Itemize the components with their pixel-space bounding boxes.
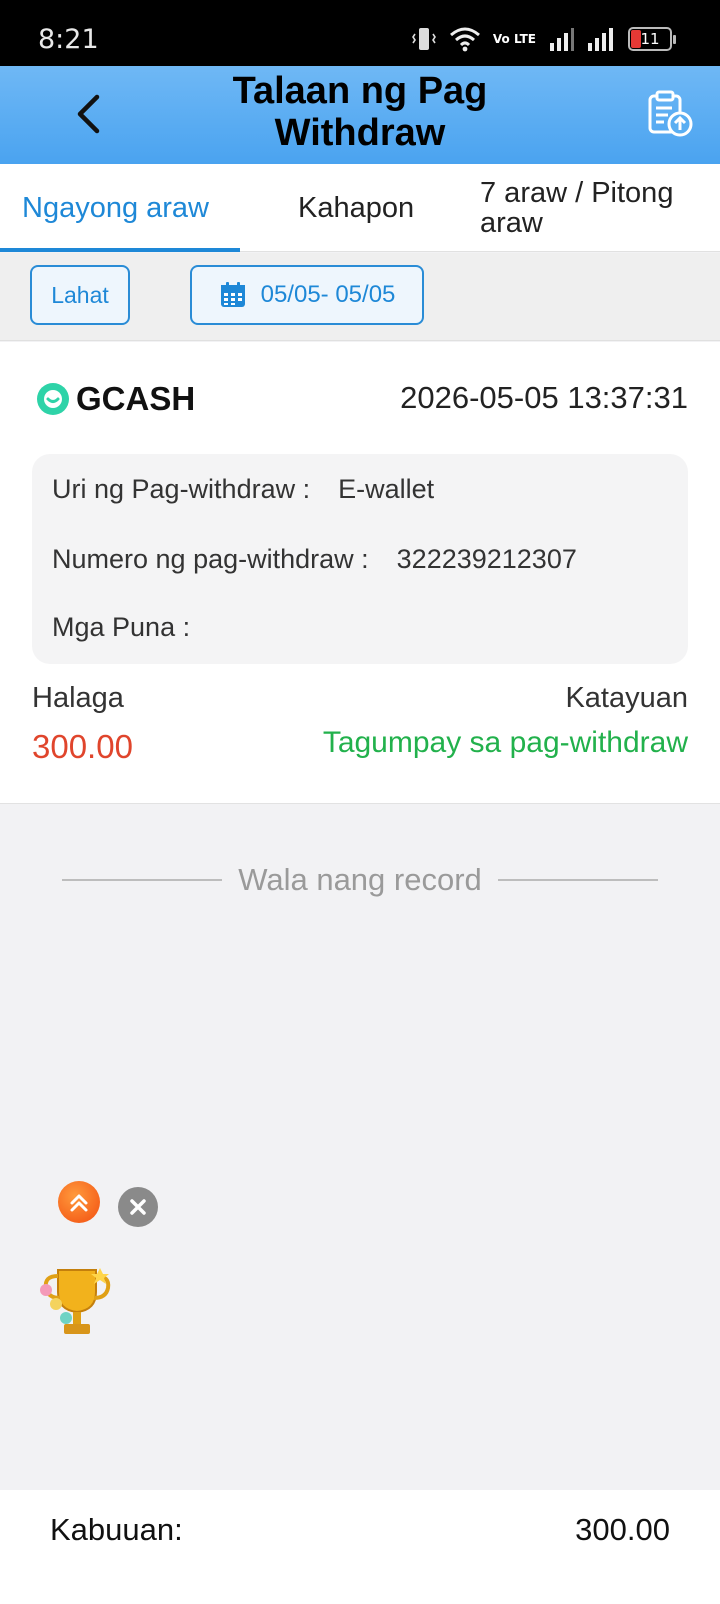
signal-icon xyxy=(588,28,613,51)
gcash-logo-icon xyxy=(37,383,69,415)
no-more-records-text: Wala nang record xyxy=(238,862,482,897)
date-tabs: Ngayong araw Kahapon 7 araw / Pitong ara… xyxy=(0,164,720,252)
filter-row: Lahat 05/05- 05/05 xyxy=(0,253,720,341)
calendar-icon xyxy=(220,282,245,307)
date-range-button[interactable]: 05/05- 05/05 xyxy=(190,265,424,325)
status-value: Tagumpay sa pag-withdraw xyxy=(322,726,688,759)
withdraw-type-label: Uri ng Pag-withdraw : xyxy=(52,474,311,504)
scroll-top-button[interactable] xyxy=(58,1181,100,1223)
leaderboard-trophy-button[interactable] xyxy=(34,1264,118,1344)
divider-line xyxy=(62,879,223,881)
double-chevron-up-icon xyxy=(70,1194,88,1212)
status-bar: 8:21 Vo LTE 11 xyxy=(0,0,720,66)
trophy-icon xyxy=(40,1268,111,1334)
chevron-left-icon xyxy=(77,94,100,134)
status-icons: Vo LTE 11 xyxy=(411,24,676,54)
provider-name: GCASH xyxy=(76,380,196,417)
total-footer: Kabuuan: 300.00 xyxy=(0,1490,720,1604)
signal-icon xyxy=(550,28,574,51)
tab-today[interactable]: Ngayong araw xyxy=(22,164,209,252)
record-datetime: 2026-05-05 13:37:31 xyxy=(400,380,688,415)
tab-seven-days[interactable]: 7 araw / Pitong araw xyxy=(480,164,710,252)
filter-all-button[interactable]: Lahat xyxy=(30,265,130,325)
clipboard-upload-icon xyxy=(648,90,693,137)
total-value: 300.00 xyxy=(575,1512,670,1547)
status-time: 8:21 xyxy=(38,24,99,55)
withdraw-number-row: Numero ng pag-withdraw : 322239212307 xyxy=(52,544,577,575)
export-records-button[interactable] xyxy=(644,90,694,138)
app-header: Talaan ng Pag Withdraw xyxy=(0,66,720,164)
record-details: Uri ng Pag-withdraw : E-wallet Numero ng… xyxy=(32,454,688,664)
close-float-button[interactable] xyxy=(118,1187,158,1227)
remarks-row: Mga Puna : xyxy=(52,612,218,643)
withdraw-number-value: 322239212307 xyxy=(396,544,577,574)
divider-line xyxy=(497,879,659,881)
withdraw-record-card[interactable]: GCASH 2026-05-05 13:37:31 Uri ng Pag-wit… xyxy=(0,342,720,804)
wifi-icon xyxy=(449,27,480,52)
amount-value: 300.00 xyxy=(32,728,133,765)
total-label: Kabuuan: xyxy=(50,1512,183,1547)
battery-level: 11 xyxy=(640,30,660,48)
volte-icon: Vo LTE xyxy=(492,31,536,46)
tab-yesterday[interactable]: Kahapon xyxy=(298,164,414,252)
remarks-label: Mga Puna : xyxy=(52,612,191,642)
no-more-records: Wala nang record xyxy=(62,858,659,902)
status-label: Katayuan xyxy=(565,682,688,714)
back-button[interactable] xyxy=(66,90,110,138)
vibrate-icon xyxy=(411,28,436,50)
active-tab-indicator xyxy=(0,248,240,252)
withdraw-type-value: E-wallet xyxy=(338,474,435,504)
withdraw-type-row: Uri ng Pag-withdraw : E-wallet xyxy=(52,474,434,505)
date-range-text: 05/05- 05/05 xyxy=(260,281,396,308)
battery-icon: 11 xyxy=(628,27,676,51)
withdraw-number-label: Numero ng pag-withdraw : xyxy=(52,544,369,574)
amount-label: Halaga xyxy=(32,682,124,714)
close-icon xyxy=(130,1199,146,1215)
provider-brand: GCASH xyxy=(36,378,195,420)
page-title: Talaan ng Pag Withdraw xyxy=(232,70,488,154)
